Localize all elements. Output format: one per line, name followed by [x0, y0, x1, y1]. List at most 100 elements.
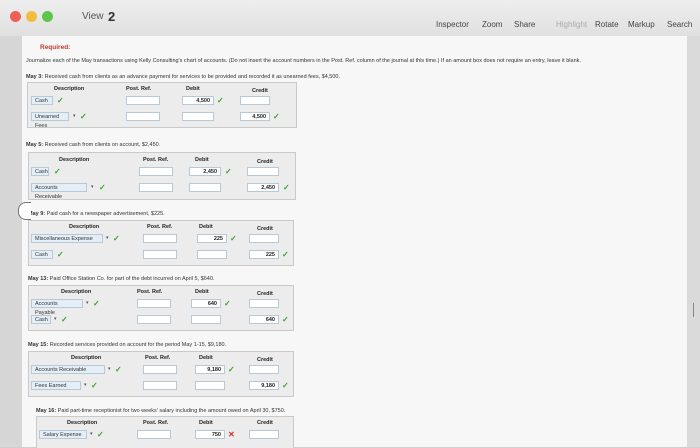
check-icon: ✓ [99, 183, 106, 192]
window-toolbar: View 2 Inspector Zoom Share Highlight Ro… [0, 0, 700, 37]
credit-amount-input[interactable] [249, 430, 279, 439]
post-ref-input[interactable] [139, 183, 173, 192]
check-icon: ✓ [57, 250, 64, 259]
credit-amount-input[interactable] [249, 299, 279, 308]
debit-amount-input[interactable]: 9,180 [195, 365, 225, 374]
credit-amount-input[interactable]: 4,500 [240, 112, 270, 121]
check-icon: ✓ [282, 381, 289, 390]
chevron-down-icon[interactable]: ▾ [108, 365, 111, 374]
col-post-ref: Post. Ref. [147, 224, 173, 230]
debit-amount-input[interactable]: 750 [195, 430, 225, 439]
post-ref-input[interactable] [126, 112, 160, 121]
credit-amount-input[interactable]: 2,450 [247, 183, 279, 192]
debit-amount-input[interactable]: 4,500 [182, 96, 214, 105]
post-ref-input[interactable] [126, 96, 160, 105]
highlight-button[interactable]: Highlight [556, 20, 587, 29]
col-credit: Credit [257, 226, 273, 232]
chevron-down-icon[interactable]: ▾ [54, 315, 57, 324]
check-icon: ✓ [91, 381, 98, 390]
share-button[interactable]: Share [514, 20, 535, 29]
credit-amount-input[interactable] [240, 96, 270, 105]
debit-account-select[interactable]: Accounts Payable [31, 299, 83, 316]
credit-account-select[interactable]: Cash [31, 315, 51, 324]
zoom-window-button[interactable] [42, 11, 53, 22]
debit-account-select[interactable]: Cash [31, 167, 49, 176]
check-icon: ✓ [225, 167, 232, 176]
post-ref-input[interactable] [143, 250, 177, 259]
check-icon: ✓ [57, 96, 64, 105]
debit-amount-input[interactable] [182, 112, 214, 121]
journal-table: Description Post. Ref. Debit Credit Acco… [28, 351, 294, 397]
previous-page-tab[interactable] [18, 202, 31, 220]
col-post-ref: Post. Ref. [143, 420, 169, 426]
debit-amount-input[interactable] [191, 315, 221, 324]
credit-amount-input[interactable] [249, 234, 279, 243]
entry-text: Paid Office Station Co. for part of the … [49, 276, 215, 282]
entry-title: May 9: Paid cash for a newspaper adverti… [28, 211, 165, 217]
check-icon: ✓ [97, 430, 104, 439]
post-ref-input[interactable] [139, 167, 173, 176]
zoom-button[interactable]: Zoom [482, 20, 502, 29]
page-gutter-right [687, 36, 700, 447]
entry-title: May 5: Received cash from clients on acc… [26, 142, 160, 148]
error-x-icon: ✕ [228, 430, 235, 439]
credit-amount-input[interactable]: 225 [249, 250, 279, 259]
credit-amount-input[interactable] [249, 365, 279, 374]
credit-amount-input[interactable]: 640 [249, 315, 279, 324]
check-icon: ✓ [115, 365, 122, 374]
post-ref-input[interactable] [143, 365, 177, 374]
post-ref-input[interactable] [137, 430, 171, 439]
debit-account-select[interactable]: Salary Expense [39, 430, 87, 439]
instructions-text: Journalize each of the May transactions … [26, 58, 581, 64]
check-icon: ✓ [217, 96, 224, 105]
chevron-down-icon[interactable]: ▾ [90, 430, 93, 439]
document-page: Required: Journalize each of the May tra… [22, 36, 687, 448]
debit-account-select[interactable]: Miscellaneous Expense [31, 234, 103, 243]
credit-amount-input[interactable] [247, 167, 279, 176]
close-window-button[interactable] [10, 11, 21, 22]
check-icon: ✓ [224, 299, 231, 308]
credit-account-select[interactable]: Cash [31, 250, 53, 259]
check-icon: ✓ [93, 299, 100, 308]
post-ref-input[interactable] [137, 315, 171, 324]
col-post-ref: Post. Ref. [143, 157, 169, 163]
debit-amount-input[interactable] [189, 183, 221, 192]
credit-account-select[interactable]: Accounts Receivable [31, 183, 87, 200]
search-field[interactable]: Search [667, 20, 692, 29]
debit-account-select[interactable]: Cash [31, 96, 53, 105]
debit-amount-input[interactable]: 2,450 [189, 167, 221, 176]
entry-date: May 15: [28, 342, 49, 348]
debit-amount-input[interactable] [197, 250, 227, 259]
chevron-down-icon[interactable]: ▾ [73, 112, 76, 121]
check-icon: ✓ [283, 183, 290, 192]
rotate-button[interactable]: Rotate [595, 20, 619, 29]
chevron-down-icon[interactable]: ▾ [91, 183, 94, 192]
debit-amount-input[interactable] [195, 381, 225, 390]
credit-amount-input[interactable]: 9,180 [249, 381, 279, 390]
markup-button[interactable]: Markup [628, 20, 655, 29]
post-ref-input[interactable] [143, 381, 177, 390]
view-menu[interactable]: View [82, 11, 104, 22]
chevron-down-icon[interactable]: ▾ [84, 381, 87, 390]
debit-account-select[interactable]: Accounts Receivable [31, 365, 105, 374]
credit-account-select[interactable]: Unearned Fees [31, 112, 69, 129]
chevron-down-icon[interactable]: ▾ [106, 234, 109, 243]
entry-date: May 16: [36, 408, 57, 414]
col-description: Description [67, 420, 98, 426]
credit-account-select[interactable]: Fees Earned [31, 381, 81, 390]
debit-amount-input[interactable]: 225 [197, 234, 227, 243]
post-ref-input[interactable] [137, 299, 171, 308]
journal-table: Description Post. Ref. Debit Credit Sala… [36, 416, 294, 448]
col-post-ref: Post. Ref. [145, 355, 171, 361]
inspector-button[interactable]: Inspector [436, 20, 469, 29]
post-ref-input[interactable] [143, 234, 177, 243]
entry-title: May 3: Received cash from clients as an … [26, 74, 340, 80]
chevron-down-icon[interactable]: ▾ [86, 299, 89, 308]
check-icon: ✓ [61, 315, 68, 324]
check-icon: ✓ [273, 112, 280, 121]
minimize-window-button[interactable] [26, 11, 37, 22]
entry-text: Paid part-time receptionist for two week… [57, 408, 286, 414]
debit-amount-input[interactable]: 640 [191, 299, 221, 308]
entry-title: May 13: Paid Office Station Co. for part… [28, 276, 214, 282]
journal-table: Description Post. Ref. Debit Credit Cash… [27, 82, 297, 129]
